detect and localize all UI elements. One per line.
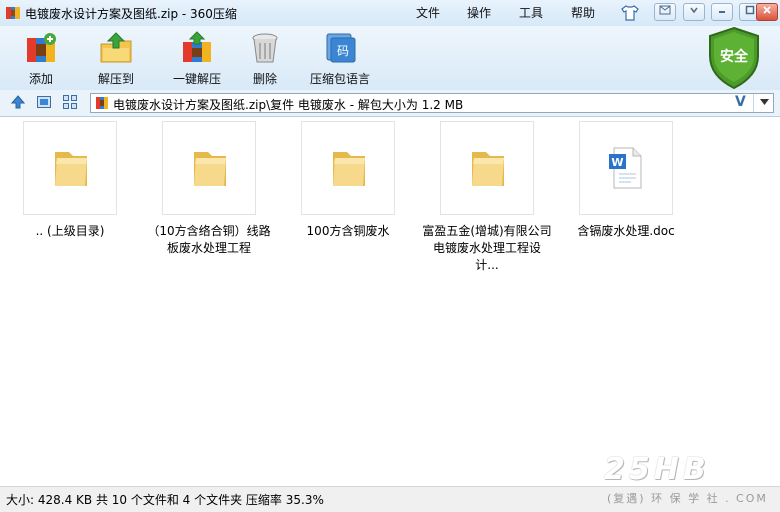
- file-item-folder[interactable]: 富盈五金(增城)有限公司电镀废水处理工程设计...: [419, 121, 555, 274]
- one-click-extract-button[interactable]: 一键解压: [162, 30, 232, 87]
- extract-to-button[interactable]: 解压到: [81, 30, 151, 87]
- file-item-parent-folder[interactable]: .. (上级目录): [2, 121, 138, 240]
- file-name: 含镉废水处理.doc: [577, 224, 675, 238]
- delete-button[interactable]: 删除: [230, 30, 300, 87]
- extract-to-icon: [100, 32, 132, 63]
- file-item-document[interactable]: W 含镉废水处理.doc: [558, 121, 694, 240]
- delete-label: 删除: [252, 72, 277, 86]
- path-dropdown-button[interactable]: [753, 94, 774, 112]
- menu-tools[interactable]: 工具: [519, 4, 543, 21]
- file-thumbnail: W: [579, 121, 673, 215]
- close-icon: [763, 6, 771, 14]
- path-text: 电镀废水设计方案及图纸.zip\复件 电镀废水 - 解包大小为 1.2 MB: [113, 98, 464, 112]
- one-click-extract-icon: [183, 31, 211, 62]
- close-button[interactable]: [756, 3, 778, 21]
- file-list: .. (上级目录) （10方含络合铜）线路板废水处理工程 100方含铜废水 富盈…: [0, 117, 780, 486]
- archive-language-icon: 码: [326, 33, 356, 63]
- grid-view-icon[interactable]: [62, 94, 78, 110]
- chevron-down-icon: [759, 99, 769, 105]
- menu-dropdown-button[interactable]: [683, 3, 705, 21]
- maximize-icon: [745, 5, 755, 15]
- status-text: 大小: 428.4 KB 共 10 个文件和 4 个文件夹 压缩率 35.3%: [6, 493, 324, 507]
- mail-button[interactable]: [654, 3, 676, 21]
- mail-icon: [659, 5, 671, 15]
- svg-text:码: 码: [337, 44, 349, 58]
- menu-help[interactable]: 帮助: [571, 4, 595, 21]
- watermark-logo: 25HB: [604, 452, 710, 487]
- file-thumbnail: [162, 121, 256, 215]
- large-icon-view-icon[interactable]: [36, 94, 52, 110]
- folder-icon: [55, 152, 87, 186]
- skin-shirt-icon[interactable]: [621, 5, 639, 21]
- verified-icon: V: [735, 94, 746, 110]
- minimize-button[interactable]: [711, 3, 733, 21]
- word-document-icon: W: [609, 147, 642, 189]
- delete-icon: [252, 33, 278, 63]
- file-thumbnail: [301, 121, 395, 215]
- file-name: 100方含铜废水: [306, 224, 390, 238]
- file-thumbnail: [440, 121, 534, 215]
- address-bar: 电镀废水设计方案及图纸.zip\复件 电镀废水 - 解包大小为 1.2 MB V: [0, 90, 780, 117]
- svg-text:W: W: [611, 156, 623, 169]
- security-shield-badge[interactable]: 安全: [704, 26, 764, 90]
- watermark-subtitle: (复遇) 环 保 学 社 . COM: [607, 492, 768, 505]
- file-name: 富盈五金(增城)有限公司电镀废水处理工程设计...: [422, 224, 552, 272]
- path-field[interactable]: 电镀废水设计方案及图纸.zip\复件 电镀废水 - 解包大小为 1.2 MB V: [90, 93, 774, 113]
- minimize-icon: [719, 11, 725, 13]
- up-arrow-icon[interactable]: [10, 94, 26, 110]
- one-click-extract-label: 一键解压: [172, 72, 221, 86]
- zip-archive-icon: [96, 97, 108, 109]
- file-thumbnail: [23, 121, 117, 215]
- chevron-down-icon: [690, 7, 698, 14]
- 360zip-app-icon: [6, 7, 20, 19]
- title-bar: 电镀废水设计方案及图纸.zip - 360压缩 文件 操作 工具 帮助: [0, 0, 780, 26]
- menu-operation[interactable]: 操作: [467, 4, 491, 21]
- toolbar: 添加 解压到 一键解压 删除 码 压缩包语言: [0, 26, 780, 90]
- file-name: .. (上级目录): [35, 224, 105, 238]
- add-label: 添加: [28, 72, 53, 86]
- add-archive-icon: [27, 33, 56, 62]
- archive-language-button[interactable]: 码 压缩包语言: [305, 30, 375, 87]
- folder-icon: [472, 152, 504, 186]
- archive-language-label: 压缩包语言: [309, 72, 370, 86]
- folder-icon: [333, 152, 365, 186]
- window-title: 电镀废水设计方案及图纸.zip - 360压缩: [25, 7, 237, 21]
- security-label: 安全: [720, 49, 748, 65]
- file-name: （10方含络合铜）线路板废水处理工程: [147, 224, 271, 255]
- add-button[interactable]: 添加: [6, 30, 76, 87]
- folder-icon: [194, 152, 226, 186]
- menu-file[interactable]: 文件: [416, 4, 440, 21]
- extract-to-label: 解压到: [97, 72, 134, 86]
- file-item-folder[interactable]: 100方含铜废水: [280, 121, 416, 240]
- file-item-folder[interactable]: （10方含络合铜）线路板废水处理工程: [141, 121, 277, 257]
